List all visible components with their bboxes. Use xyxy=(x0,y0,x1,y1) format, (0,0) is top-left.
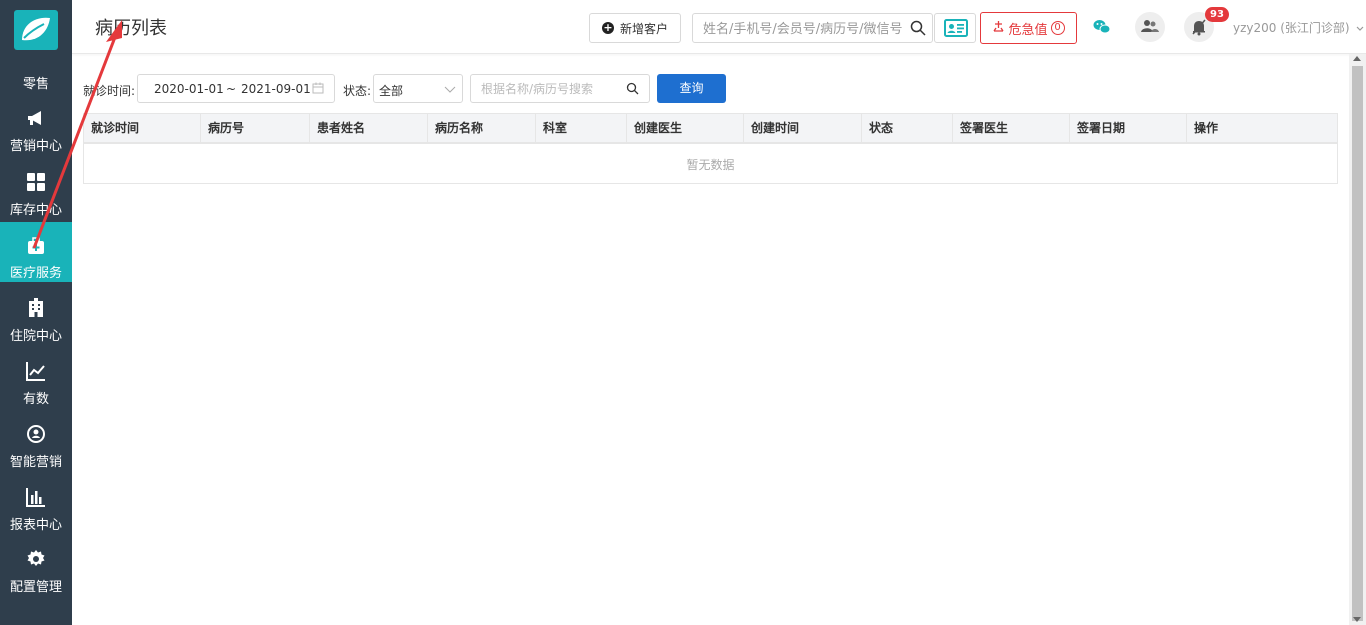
sidebar-item-settings[interactable]: 配置管理 xyxy=(0,541,72,601)
page-scrollbar[interactable] xyxy=(1349,54,1366,625)
visit-time-label: 就诊时间: xyxy=(83,84,136,98)
user-name-label: yzy200 (张江门诊部) xyxy=(1233,21,1350,35)
sidebar-item-inventory[interactable]: 库存中心 xyxy=(0,164,72,224)
search-icon[interactable] xyxy=(626,82,639,95)
medical-record-table: 就诊时间 病历号 患者姓名 病历名称 科室 创建医生 创建时间 状态 签署医生 … xyxy=(83,113,1338,184)
record-search-input[interactable] xyxy=(481,81,626,97)
people-network-icon xyxy=(26,424,46,444)
critical-value-count: 0 xyxy=(1050,21,1065,35)
date-end: 2021-09-01 xyxy=(241,82,311,96)
user-menu[interactable]: yzy200 (张江门诊部) xyxy=(1233,19,1364,36)
sidebar-item-label: 营销中心 xyxy=(9,139,62,154)
empty-state: 暂无数据 xyxy=(686,158,735,172)
scroll-down-arrow-icon[interactable] xyxy=(1353,617,1361,622)
sidebar: 零售 营销中心 库存中心 医疗服务 住院中心 有数 智能营销 报表中心 配置管理 xyxy=(0,0,72,625)
column-header[interactable]: 创建时间 xyxy=(744,114,862,142)
hospital-building-icon xyxy=(26,298,46,318)
column-header[interactable]: 病历号 xyxy=(201,114,310,142)
sidebar-item-marketing[interactable]: 营销中心 xyxy=(0,100,72,160)
column-header[interactable]: 状态 xyxy=(862,114,953,142)
column-header[interactable]: 操作 xyxy=(1187,114,1337,142)
query-button[interactable]: 查询 xyxy=(657,74,726,103)
status-label: 状态: xyxy=(343,84,372,98)
id-card-icon xyxy=(944,19,968,40)
column-header[interactable]: 病历名称 xyxy=(428,114,536,142)
search-icon[interactable] xyxy=(910,20,926,36)
column-header[interactable]: 科室 xyxy=(536,114,627,142)
date-separator: ~ xyxy=(226,82,237,96)
sidebar-item-label: 报表中心 xyxy=(9,518,62,533)
sidebar-item-label: 住院中心 xyxy=(9,329,62,344)
column-header[interactable]: 签署日期 xyxy=(1070,114,1187,142)
table-header: 就诊时间 病历号 患者姓名 病历名称 科室 创建医生 创建时间 状态 签署医生 … xyxy=(84,114,1337,144)
notification-badge: 93 xyxy=(1205,7,1229,22)
wechat-icon[interactable] xyxy=(1087,12,1117,42)
sidebar-item-label: 智能营销 xyxy=(9,455,62,470)
status-selected-value: 全部 xyxy=(379,84,404,98)
chevron-down-icon xyxy=(444,84,456,94)
page-title: 病历列表 xyxy=(95,18,167,39)
alert-icon xyxy=(992,20,1005,37)
group-users-icon[interactable] xyxy=(1135,12,1165,42)
sidebar-item-data[interactable]: 有数 xyxy=(0,353,72,413)
app-logo[interactable] xyxy=(14,10,58,50)
gear-icon xyxy=(26,549,46,569)
add-customer-label: 新增客户 xyxy=(619,21,668,36)
critical-value-button[interactable]: 危急值 0 xyxy=(980,12,1077,44)
global-search-input[interactable] xyxy=(703,20,903,38)
chevron-down-icon xyxy=(1356,21,1364,35)
sidebar-item-label: 医疗服务 xyxy=(9,266,62,281)
calendar-icon xyxy=(312,82,324,94)
column-header[interactable]: 创建医生 xyxy=(627,114,744,142)
sidebar-item-smart-marketing[interactable]: 智能营销 xyxy=(0,416,72,476)
column-header[interactable]: 患者姓名 xyxy=(310,114,428,142)
trend-chart-icon xyxy=(26,361,46,381)
sidebar-item-label: 零售 xyxy=(22,77,49,92)
id-card-button[interactable] xyxy=(934,13,976,43)
sidebar-item-inpatient[interactable]: 住院中心 xyxy=(0,290,72,350)
sidebar-item-reports[interactable]: 报表中心 xyxy=(0,479,72,539)
plus-circle-icon: + xyxy=(601,21,614,34)
top-header: 病历列表 + 新增客户 危急值 0 93 yzy200 (张江门诊部) xyxy=(72,0,1366,54)
global-search[interactable] xyxy=(692,13,933,43)
sidebar-item-label: 有数 xyxy=(22,392,49,407)
column-header[interactable]: 签署医生 xyxy=(953,114,1070,142)
scroll-thumb[interactable] xyxy=(1352,66,1363,621)
critical-value-label: 危急值 xyxy=(1008,22,1048,38)
sidebar-item-label: 库存中心 xyxy=(9,203,62,218)
date-range-picker[interactable]: 2020-01-01 ~ 2021-09-01 xyxy=(137,74,335,103)
medical-kit-icon xyxy=(26,236,46,256)
megaphone-icon xyxy=(26,108,46,128)
date-start: 2020-01-01 xyxy=(154,82,224,96)
bar-chart-icon xyxy=(26,487,46,507)
grid-icon xyxy=(26,172,46,192)
status-select[interactable]: 全部 xyxy=(373,74,463,103)
sidebar-item-label: 配置管理 xyxy=(9,580,62,595)
record-search[interactable] xyxy=(470,74,650,103)
scroll-up-arrow-icon[interactable] xyxy=(1353,56,1361,61)
column-header[interactable]: 就诊时间 xyxy=(84,114,201,142)
add-customer-button[interactable]: + 新增客户 xyxy=(589,13,681,43)
sidebar-item-medical[interactable]: 医疗服务 xyxy=(0,222,72,282)
